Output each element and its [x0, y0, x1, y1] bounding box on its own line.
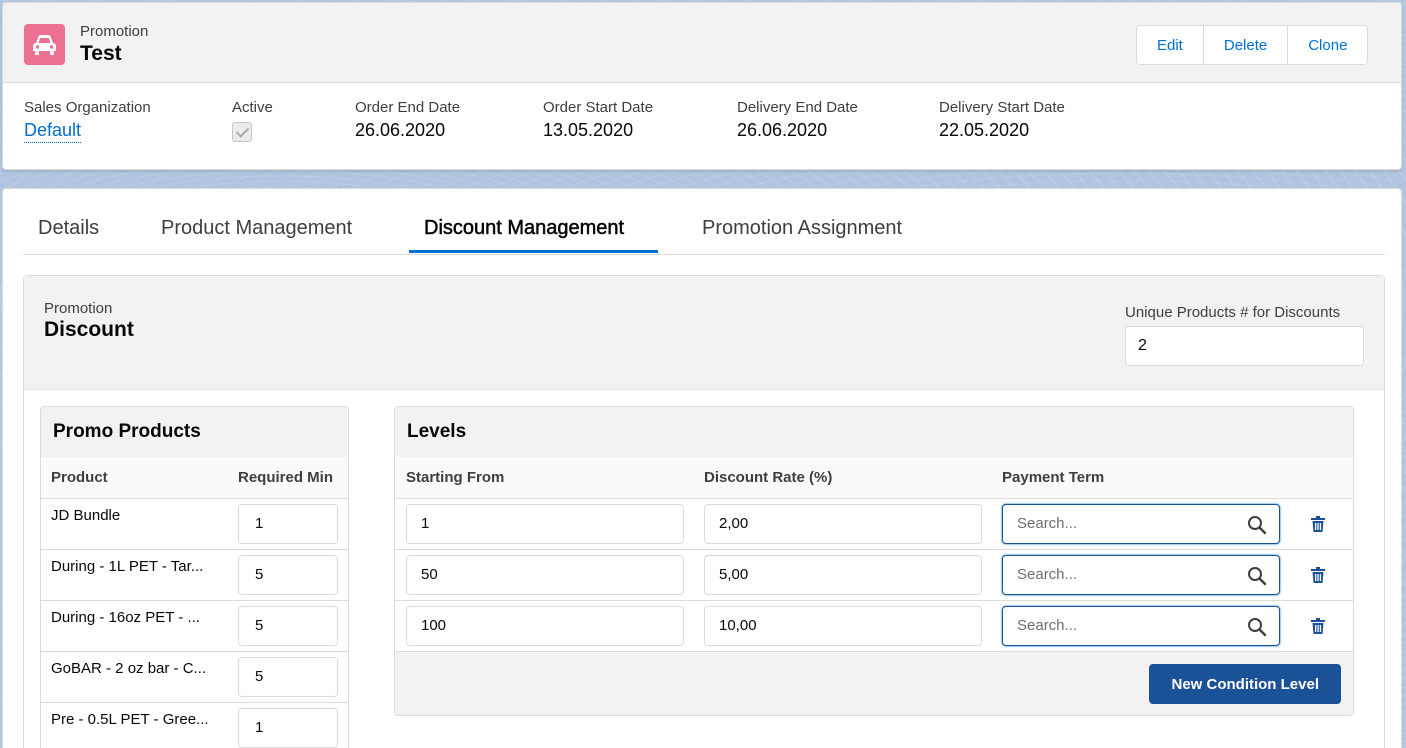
required-min-input[interactable]: 1: [238, 504, 338, 544]
tab-details[interactable]: Details: [38, 217, 99, 240]
search-icon: [1248, 567, 1267, 586]
discount-rate-input[interactable]: 5,00: [704, 555, 982, 595]
payment-term-search[interactable]: Search...: [1002, 555, 1280, 595]
column-header-required-min: Required Min: [238, 469, 334, 486]
tab-product-management[interactable]: Product Management: [161, 217, 352, 240]
product-name: Pre - 0.5L PET - Gree...: [51, 711, 209, 728]
column-header-payment-term: Payment Term: [1002, 469, 1105, 486]
table-row: During - 1L PET - Tar... 5: [41, 550, 348, 601]
product-name: During - 1L PET - Tar...: [51, 558, 204, 575]
column-header-discount-rate: Discount Rate (%): [704, 469, 833, 486]
active-tab-indicator: [409, 250, 658, 253]
field-value: 26.06.2020: [737, 120, 828, 140]
search-placeholder: Search...: [1017, 566, 1078, 583]
field-order-end-date: Order End Date 26.06.2020: [355, 99, 460, 141]
column-header-starting-from: Starting From: [406, 469, 505, 486]
discount-rate-input[interactable]: 2,00: [704, 504, 982, 544]
field-value: 22.05.2020: [939, 120, 1030, 140]
record-actions: Edit Delete Clone: [1136, 25, 1369, 65]
record-title: Test: [80, 42, 122, 65]
required-min-input[interactable]: 1: [238, 708, 338, 748]
car-icon: [24, 24, 65, 65]
search-placeholder: Search...: [1017, 617, 1078, 634]
product-name: JD Bundle: [51, 507, 121, 524]
edit-button[interactable]: Edit: [1137, 26, 1203, 64]
table-row: GoBAR - 2 oz bar - C... 5: [41, 652, 348, 703]
product-name: GoBAR - 2 oz bar - C...: [51, 660, 207, 677]
search-placeholder: Search...: [1017, 515, 1078, 532]
field-label: Delivery End Date: [737, 99, 858, 116]
active-checkbox: [232, 122, 252, 142]
sales-organization-link[interactable]: Default: [24, 120, 82, 143]
product-name: During - 16oz PET - ...: [51, 609, 200, 626]
promo-products-header: Product Required Min: [41, 457, 348, 499]
payment-term-search[interactable]: Search...: [1002, 606, 1280, 646]
tab-discount-management[interactable]: Discount Management: [424, 217, 625, 240]
record-header-top: Promotion Test Edit Delete Clone: [3, 3, 1401, 83]
column-header-product: Product: [51, 469, 108, 486]
levels-header: Starting From Discount Rate (%) Payment …: [395, 457, 1353, 499]
promo-products-title: Promo Products: [41, 407, 348, 457]
table-row: 50 5,00 Search...: [395, 550, 1353, 601]
table-row: JD Bundle 1: [41, 499, 348, 550]
unique-products-input[interactable]: 2: [1125, 326, 1364, 366]
required-min-input[interactable]: 5: [238, 606, 338, 646]
starting-from-input[interactable]: 50: [406, 555, 684, 595]
delete-icon[interactable]: [1311, 618, 1325, 634]
unique-products-label: Unique Products # for Discounts: [1125, 304, 1341, 321]
field-delivery-start-date: Delivery Start Date 22.05.2020: [939, 99, 1065, 141]
promo-products-card: Promo Products Product Required Min JD B…: [40, 406, 349, 748]
required-min-input[interactable]: 5: [238, 657, 338, 697]
required-min-input[interactable]: 5: [238, 555, 338, 595]
new-condition-level-button[interactable]: New Condition Level: [1149, 664, 1341, 704]
field-delivery-end-date: Delivery End Date 26.06.2020: [737, 99, 858, 141]
tab-promotion-assignment[interactable]: Promotion Assignment: [702, 217, 902, 240]
starting-from-input[interactable]: 100: [406, 606, 684, 646]
field-active: Active: [232, 99, 273, 142]
delete-icon[interactable]: [1311, 516, 1325, 532]
field-label: Sales Organization: [24, 99, 151, 116]
field-sales-organization: Sales Organization Default: [24, 99, 151, 143]
tab-bar: Details Product Management Discount Mana…: [23, 189, 1385, 255]
search-icon: [1248, 618, 1267, 637]
field-value: 13.05.2020: [543, 120, 634, 140]
discount-panel: Promotion Discount Unique Products # for…: [23, 275, 1385, 748]
levels-title: Levels: [395, 407, 1353, 457]
field-value: 26.06.2020: [355, 120, 446, 140]
search-icon: [1248, 516, 1267, 535]
field-order-start-date: Order Start Date 13.05.2020: [543, 99, 653, 141]
levels-card: Levels Starting From Discount Rate (%) P…: [394, 406, 1354, 716]
starting-from-input[interactable]: 1: [406, 504, 684, 544]
field-label: Delivery Start Date: [939, 99, 1065, 116]
discount-rate-input[interactable]: 10,00: [704, 606, 982, 646]
table-row: Pre - 0.5L PET - Gree... 1: [41, 703, 348, 748]
tab-label: Discount Management: [424, 217, 625, 240]
discount-header: Promotion Discount Unique Products # for…: [24, 276, 1384, 390]
clone-button[interactable]: Clone: [1287, 26, 1368, 64]
field-label: Active: [232, 99, 273, 116]
payment-term-search[interactable]: Search...: [1002, 504, 1280, 544]
record-header: Promotion Test Edit Delete Clone Sales O…: [2, 2, 1402, 170]
main-content-card: Details Product Management Discount Mana…: [2, 188, 1402, 748]
table-row: 100 10,00 Search...: [395, 601, 1353, 652]
table-row: During - 16oz PET - ... 5: [41, 601, 348, 652]
field-label: Order End Date: [355, 99, 461, 116]
discount-title: Discount: [44, 318, 134, 341]
table-row: 1 2,00 Search...: [395, 499, 1353, 550]
discount-label: Promotion: [44, 300, 113, 317]
entity-label: Promotion: [80, 23, 149, 40]
delete-button[interactable]: Delete: [1202, 26, 1288, 64]
field-label: Order Start Date: [543, 99, 654, 116]
delete-icon[interactable]: [1311, 567, 1325, 583]
levels-footer: New Condition Level: [395, 652, 1353, 715]
